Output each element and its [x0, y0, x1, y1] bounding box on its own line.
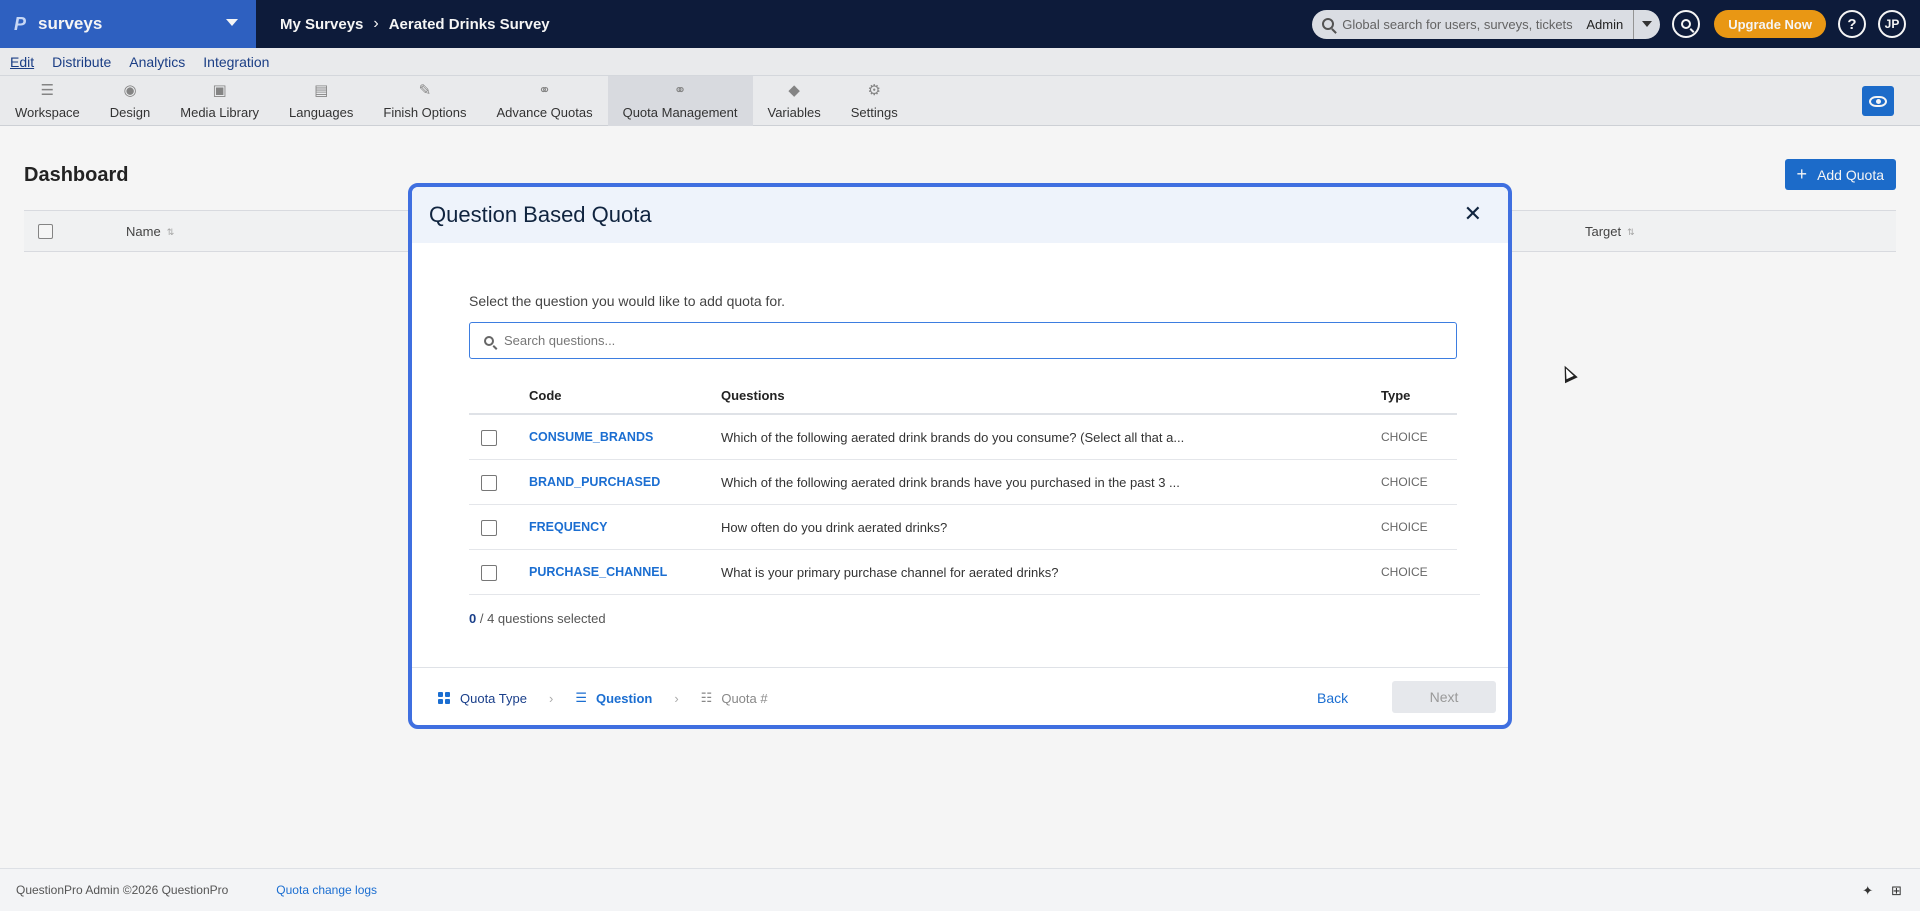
modal-header: Question Based Quota ✕ — [412, 187, 1508, 243]
question-code[interactable]: FREQUENCY — [529, 520, 607, 534]
questions-table: Code Questions Type CONSUME_BRANDS Which… — [469, 374, 1480, 595]
question-type: CHOICE — [1381, 565, 1428, 579]
step-quota-type[interactable]: Quota Type — [438, 691, 527, 706]
modal-title: Question Based Quota — [429, 202, 652, 227]
question-text: Which of the following aerated drink bra… — [721, 475, 1180, 490]
sliders-icon: ☷ — [700, 690, 713, 705]
question-code[interactable]: BRAND_PURCHASED — [529, 475, 660, 489]
question-based-quota-modal: Question Based Quota ✕ Select the questi… — [408, 183, 1512, 729]
table-row[interactable]: CONSUME_BRANDS Which of the following ae… — [469, 415, 1457, 460]
question-search[interactable]: Search questions... — [469, 322, 1457, 359]
step-label: Quota Type — [460, 690, 527, 706]
row-checkbox[interactable] — [481, 430, 497, 446]
question-text: What is your primary purchase channel fo… — [721, 565, 1059, 580]
questions-table-header: Code Questions Type — [469, 374, 1457, 415]
chat-bot-icon[interactable]: ⊞ — [1891, 883, 1902, 899]
selected-count: 0 — [469, 611, 477, 626]
wizard-steps: Quota Type › ☰ Question › ☷ Quota # — [438, 690, 768, 706]
column-code: Code — [529, 388, 562, 403]
sparkle-icon[interactable]: ✦ — [1862, 883, 1873, 899]
column-questions: Questions — [721, 388, 785, 403]
quota-change-logs-link[interactable]: Quota change logs — [276, 883, 377, 897]
next-button[interactable]: Next — [1392, 681, 1496, 713]
column-type: Type — [1381, 388, 1411, 403]
search-icon — [484, 335, 494, 346]
back-button[interactable]: Back — [1317, 690, 1348, 706]
modal-body: Select the question you would like to ad… — [412, 243, 1508, 644]
question-search-input[interactable]: Search questions... — [504, 333, 615, 348]
list-icon: ☰ — [575, 690, 587, 705]
copyright: QuestionPro Admin ©2026 QuestionPro — [16, 883, 229, 897]
grid-icon — [438, 692, 450, 704]
chevron-right-icon: › — [674, 690, 679, 706]
step-label: Question — [595, 690, 653, 706]
question-text: How often do you drink aerated drinks? — [721, 520, 948, 535]
row-checkbox[interactable] — [481, 565, 497, 581]
question-code[interactable]: PURCHASE_CHANNEL — [529, 565, 667, 579]
question-type: CHOICE — [1381, 430, 1428, 444]
row-checkbox[interactable] — [481, 475, 497, 491]
question-type: CHOICE — [1381, 520, 1428, 534]
step-label: Quota # — [721, 690, 768, 706]
total-label: / 4 questions selected — [479, 611, 606, 626]
step-quota-number: ☷ Quota # — [701, 690, 768, 706]
modal-prompt: Select the question you would like to ad… — [469, 293, 785, 309]
table-row[interactable]: PURCHASE_CHANNEL What is your primary pu… — [469, 550, 1480, 595]
close-icon[interactable]: ✕ — [1464, 201, 1482, 227]
question-text: Which of the following aerated drink bra… — [721, 430, 1185, 445]
modal-footer: Quota Type › ☰ Question › ☷ Quota # Back… — [412, 667, 1508, 725]
table-row[interactable]: BRAND_PURCHASED Which of the following a… — [469, 460, 1457, 505]
selection-count: 0 / 4 questions selected — [469, 611, 606, 626]
question-code[interactable]: CONSUME_BRANDS — [529, 430, 653, 444]
chevron-right-icon: › — [548, 690, 554, 706]
footer-icons: ✦ ⊞ — [1844, 883, 1902, 899]
table-row[interactable]: FREQUENCY How often do you drink aerated… — [469, 505, 1457, 550]
step-question[interactable]: ☰ Question — [575, 690, 652, 706]
page-footer: QuestionPro Admin ©2026 QuestionPro Quot… — [0, 868, 1920, 911]
row-checkbox[interactable] — [481, 520, 497, 536]
question-type: CHOICE — [1381, 475, 1428, 489]
